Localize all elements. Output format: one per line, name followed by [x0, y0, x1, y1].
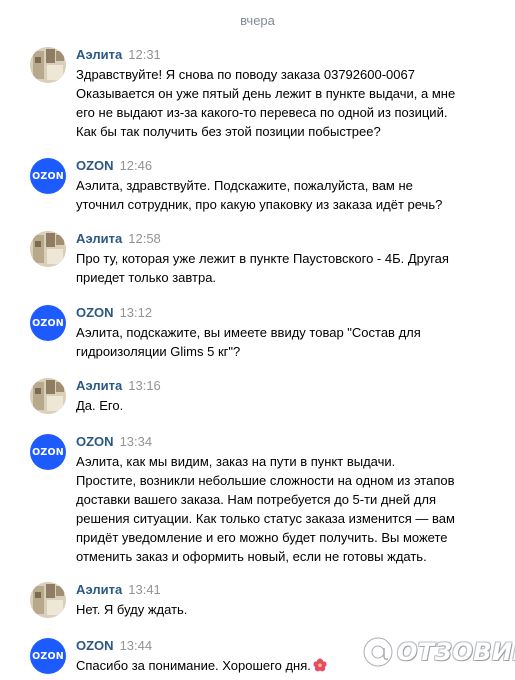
user-photo-icon [30, 378, 66, 414]
author-name[interactable]: Аэлита [76, 47, 122, 62]
message-time[interactable]: 13:41 [128, 582, 161, 597]
message-header: Аэлита 13:41 [76, 582, 161, 598]
author-name[interactable]: OZON [76, 638, 114, 653]
user-photo-icon [30, 47, 66, 83]
ozon-logo: OZON [32, 170, 64, 182]
ozon-avatar[interactable]: OZON [30, 158, 66, 194]
date-separator: вчера [240, 13, 275, 28]
ozon-avatar[interactable]: OZON [30, 434, 66, 470]
user-photo-icon [30, 582, 66, 618]
message-time[interactable]: 12:58 [128, 231, 161, 246]
ozon-avatar[interactable]: OZON [30, 638, 66, 674]
message-header: OZON 13:34 [76, 434, 152, 450]
author-name[interactable]: OZON [76, 158, 114, 173]
message-time[interactable]: 13:44 [120, 638, 153, 653]
message-header: OZON 13:44 [76, 638, 152, 654]
author-name[interactable]: Аэлита [76, 582, 122, 597]
user-avatar[interactable] [30, 47, 66, 83]
message-header: Аэлита 13:16 [76, 378, 161, 394]
ozon-logo: OZON [32, 650, 64, 662]
user-avatar[interactable] [30, 378, 66, 414]
ozon-avatar[interactable]: OZON [30, 305, 66, 341]
message-time[interactable]: 13:34 [120, 434, 153, 449]
otzovik-at-icon [362, 636, 394, 668]
message-text: Да. Его. [76, 398, 124, 413]
author-name[interactable]: OZON [76, 305, 114, 320]
message-header: Аэлита 12:58 [76, 231, 161, 247]
watermark-text: ОТЗОВИК [397, 638, 515, 666]
ozon-logo: OZON [32, 446, 64, 458]
user-photo-icon [30, 231, 66, 267]
message-header: OZON 12:46 [76, 158, 152, 174]
message-header: OZON 13:12 [76, 305, 152, 321]
message-text: Аэлита, здравствуйте. Подскажите, пожалу… [76, 178, 443, 212]
ozon-logo: OZON [32, 317, 64, 329]
message-header: Аэлита 12:31 [76, 47, 161, 63]
message-text: Аэлита, как мы видим, заказ на пути в пу… [76, 454, 455, 564]
hibiscus-emoji-icon [313, 658, 327, 672]
message-text-content: Спасибо за понимание. Хорошего дня. [76, 658, 311, 673]
user-avatar[interactable] [30, 231, 66, 267]
message-text: Нет. Я буду ждать. [76, 602, 188, 617]
message-time[interactable]: 13:16 [128, 378, 161, 393]
message-text: Про ту, которая уже лежит в пункте Пауст… [76, 251, 449, 285]
otzovik-watermark: ОТЗОВИК [362, 636, 515, 668]
author-name[interactable]: Аэлита [76, 231, 122, 246]
message-time[interactable]: 12:46 [120, 158, 153, 173]
message-text: Аэлита, подскажите, вы имеете ввиду това… [76, 325, 421, 359]
author-name[interactable]: Аэлита [76, 378, 122, 393]
author-name[interactable]: OZON [76, 434, 114, 449]
message-text: Здравствуйте! Я снова по поводу заказа 0… [76, 67, 456, 139]
message-time[interactable]: 12:31 [128, 47, 161, 62]
user-avatar[interactable] [30, 582, 66, 618]
message-time[interactable]: 13:12 [120, 305, 153, 320]
